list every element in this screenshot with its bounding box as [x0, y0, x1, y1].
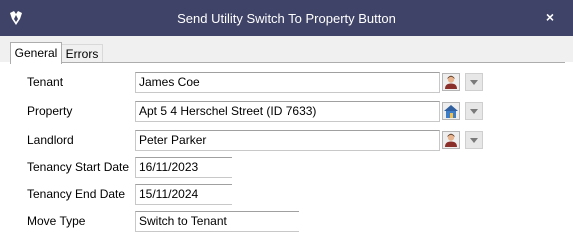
- property-field[interactable]: Apt 5 4 Herschel Street (ID 7633): [135, 101, 440, 122]
- tenancy-end-date-label: Tenancy End Date: [27, 187, 126, 201]
- tenant-field[interactable]: James Coe: [135, 72, 440, 93]
- window-title: Send Utility Switch To Property Button: [177, 11, 396, 26]
- tenant-label: Tenant: [27, 75, 64, 89]
- title-bar: Send Utility Switch To Property Button ×: [0, 0, 573, 36]
- landlord-label: Landlord: [27, 133, 74, 147]
- close-icon[interactable]: ×: [543, 9, 557, 25]
- tab-general[interactable]: General: [10, 42, 62, 64]
- tenancy-end-date-field[interactable]: 15/11/2024: [135, 184, 232, 205]
- person-icon[interactable]: [442, 73, 460, 91]
- tenant-dropdown-button[interactable]: [465, 73, 483, 91]
- tab-errors[interactable]: Errors: [61, 44, 103, 63]
- landlord-dropdown-button[interactable]: [465, 131, 483, 149]
- landlord-field[interactable]: Peter Parker: [135, 130, 440, 151]
- tenancy-start-date-field[interactable]: 16/11/2023: [135, 157, 232, 178]
- move-type-field[interactable]: Switch to Tenant: [135, 211, 299, 232]
- property-dropdown-button[interactable]: [465, 102, 483, 120]
- property-label: Property: [27, 104, 73, 118]
- person-icon[interactable]: [442, 131, 460, 149]
- move-type-label: Move Type: [27, 214, 86, 228]
- tenancy-start-date-label: Tenancy Start Date: [27, 160, 130, 174]
- house-icon[interactable]: [442, 102, 460, 120]
